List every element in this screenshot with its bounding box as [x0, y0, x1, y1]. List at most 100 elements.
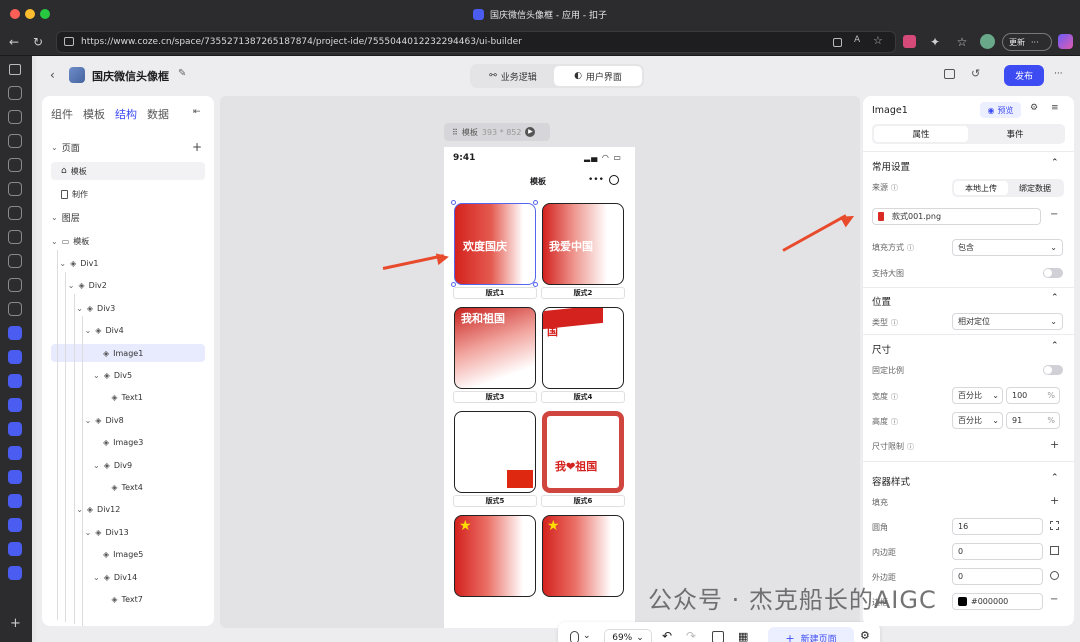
back-chevron-icon[interactable]: ‹ — [50, 68, 55, 82]
remove-icon[interactable]: − — [1050, 209, 1058, 220]
layer-row[interactable]: ⌄ ◈ Div13 — [42, 523, 214, 541]
layer-row[interactable]: ⌄ ◈ Div14 — [42, 568, 214, 586]
avatar-frame-thumbnail[interactable]: 我爱你中国 — [542, 307, 624, 389]
browser-tab-icon[interactable] — [8, 518, 22, 532]
height-unit-select[interactable]: 百分比 ⌄ — [952, 412, 1003, 429]
frame-style-label[interactable]: 版式1 — [453, 287, 537, 299]
chevron-down-icon[interactable]: ⌄ — [85, 416, 92, 425]
layer-row[interactable]: ⌄ ◈ Div1 — [42, 254, 214, 272]
browser-tab-icon[interactable] — [8, 350, 22, 364]
browser-tab-icon[interactable] — [8, 326, 22, 340]
copilot-icon[interactable] — [1058, 34, 1073, 49]
browser-tab-icon[interactable] — [8, 158, 22, 172]
page-item-make[interactable]: 制作 — [42, 185, 214, 203]
chevron-down-icon[interactable]: ⌄ — [85, 528, 92, 537]
browser-tab-icon[interactable] — [8, 398, 22, 412]
fill-mode-select[interactable]: 包含 ⌄ — [952, 239, 1063, 256]
chevron-down-icon[interactable]: ⌄ — [76, 304, 83, 313]
back-icon[interactable]: ← — [6, 34, 22, 50]
margin-input[interactable]: 0 — [952, 568, 1043, 585]
browser-tab-icon[interactable] — [8, 470, 22, 484]
read-aloud-icon[interactable]: A — [854, 35, 860, 45]
page-item-template[interactable]: ⌂ 模板 — [51, 162, 205, 180]
browser-tab-icon[interactable] — [8, 422, 22, 436]
publish-button[interactable]: 发布 — [1004, 65, 1044, 86]
tab-icon[interactable] — [833, 38, 842, 47]
source-local-upload[interactable]: 本地上传 — [954, 181, 1008, 195]
collapse-icon[interactable]: ⌃ — [1051, 158, 1059, 168]
drag-handle-icon[interactable]: ⠿ — [452, 128, 458, 137]
profile-avatar[interactable] — [980, 34, 995, 49]
avatar-frame-thumbnail[interactable]: ★ — [454, 515, 536, 597]
selection-handle[interactable] — [451, 282, 456, 287]
browser-tab-icon[interactable] — [8, 566, 22, 580]
position-type-select[interactable]: 相对定位 ⌄ — [952, 313, 1063, 330]
layer-row[interactable]: ⌄ ◈ Div2 — [42, 277, 214, 295]
layer-row[interactable]: ◈ Image5 — [42, 546, 214, 564]
favorites-icon[interactable]: ☆ — [954, 34, 970, 50]
add-fill-icon[interactable]: + — [1050, 494, 1059, 507]
layers-section-header[interactable]: ⌄ 图层 — [42, 208, 214, 226]
chevron-down-icon[interactable]: ⌄ — [85, 326, 92, 335]
avatar-frame-thumbnail[interactable]: ★ — [542, 515, 624, 597]
frame-style-label[interactable]: 版式3 — [453, 391, 537, 403]
browser-tab-icon[interactable] — [8, 254, 22, 268]
padding-input[interactable]: 0 — [952, 543, 1043, 560]
more-menu-icon[interactable]: ··· — [1054, 69, 1063, 79]
layer-row[interactable]: ⌄ ▭ 模板 — [42, 232, 214, 250]
padding-sides-icon[interactable] — [1050, 546, 1059, 555]
layer-row[interactable]: ⌄ ◈ Div12 — [42, 501, 214, 519]
settings-icon[interactable]: ⚙ — [860, 629, 870, 642]
selection-handle[interactable] — [533, 200, 538, 205]
edit-name-icon[interactable]: ✎ — [178, 68, 186, 79]
pointer-tool-icon[interactable] — [570, 631, 579, 642]
tab-properties[interactable]: 属性 — [874, 126, 968, 142]
layer-row[interactable]: ◈ Text4 — [42, 478, 214, 496]
collapse-icon[interactable]: ⌃ — [1051, 341, 1059, 351]
favorite-star-icon[interactable]: ☆ — [873, 34, 883, 47]
layer-row[interactable]: ⌄ ◈ Div8 — [42, 411, 214, 429]
collapse-icon[interactable]: ⌃ — [1051, 473, 1059, 483]
width-unit-select[interactable]: 百分比 ⌄ — [952, 387, 1003, 404]
frame-style-label[interactable]: 版式4 — [541, 391, 625, 403]
image-file-field[interactable]: 款式001.png — [872, 208, 1041, 225]
chevron-down-icon[interactable]: ⌄ — [93, 371, 100, 380]
browser-tab-icon[interactable] — [8, 278, 22, 292]
browser-tab-icon[interactable] — [8, 206, 22, 220]
new-tab-icon[interactable]: + — [10, 616, 21, 631]
avatar-frame-thumbnail[interactable]: 我和祖国 — [454, 307, 536, 389]
collapse-icon[interactable]: ⌃ — [1051, 293, 1059, 303]
reload-icon[interactable]: ↻ — [30, 34, 46, 50]
sidebar-toggle-icon[interactable] — [9, 64, 21, 75]
fixed-ratio-toggle[interactable] — [1043, 365, 1063, 375]
play-icon[interactable]: ▶ — [525, 127, 536, 137]
tab-structure[interactable]: 结构 — [115, 106, 137, 122]
layer-row[interactable]: ◈ Image3 — [42, 434, 214, 452]
radius-corners-icon[interactable] — [1050, 521, 1059, 530]
avatar-frame-thumbnail[interactable]: 我❤祖国 — [542, 411, 624, 493]
layer-row[interactable]: ⌄ ◈ Div9 — [42, 456, 214, 474]
tab-events[interactable]: 事件 — [968, 126, 1062, 142]
layer-row[interactable]: ⌄ ◈ Div4 — [42, 322, 214, 340]
selection-handle[interactable] — [451, 200, 456, 205]
tab-components[interactable]: 组件 — [51, 106, 73, 122]
zoom-select[interactable]: 69% ⌄ — [604, 629, 652, 642]
update-button[interactable]: 更新 ··· — [1002, 33, 1052, 51]
browser-tab-icon[interactable] — [8, 542, 22, 556]
browser-tab-icon[interactable] — [8, 302, 22, 316]
browser-tab-icon[interactable] — [8, 494, 22, 508]
browser-tab-icon[interactable] — [8, 134, 22, 148]
browser-tab-icon[interactable] — [8, 230, 22, 244]
chevron-down-icon[interactable]: ⌄ — [59, 259, 66, 268]
margin-sides-icon[interactable] — [1050, 571, 1059, 580]
radius-input[interactable]: 16 — [952, 518, 1043, 535]
collapse-panel-icon[interactable]: ⇤ — [193, 107, 201, 117]
layer-row[interactable]: ⌄ ◈ Div5 — [42, 366, 214, 384]
height-input[interactable]: 91% — [1006, 412, 1060, 429]
redo-icon[interactable]: ↷ — [686, 629, 696, 642]
add-page-icon[interactable]: + — [192, 140, 202, 154]
browser-tab-icon[interactable] — [8, 446, 22, 460]
source-bind-data[interactable]: 绑定数据 — [1008, 181, 1062, 195]
page-frame-tag[interactable]: ⠿ 模板 393 * 852 ▶ — [444, 123, 550, 141]
layer-row[interactable]: ⌄ ◈ Div3 — [42, 299, 214, 317]
